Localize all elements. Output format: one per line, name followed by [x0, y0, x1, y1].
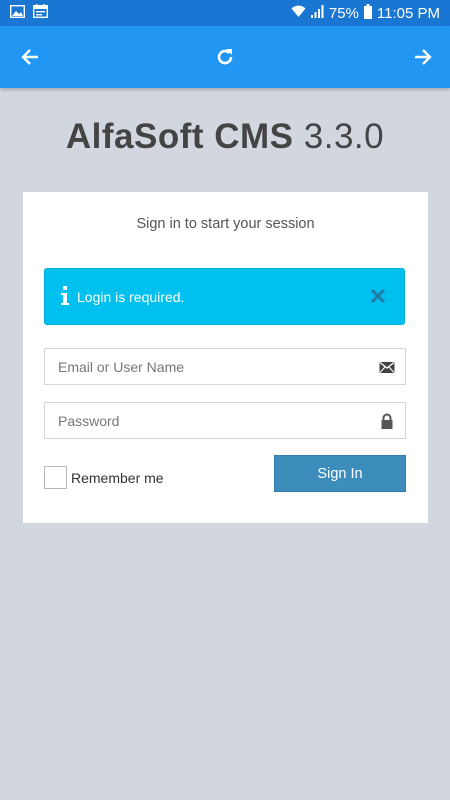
image-icon [9, 4, 26, 22]
battery-icon [363, 3, 372, 23]
remember-me-checkbox[interactable] [44, 466, 67, 489]
alert-text: Login is required. [77, 289, 185, 305]
login-box: Sign in to start your session Login is r… [23, 192, 428, 523]
lock-icon [381, 413, 393, 429]
close-icon[interactable] [370, 288, 386, 304]
status-bar-left [9, 4, 49, 22]
envelope-icon [379, 361, 395, 373]
battery-percent: 75% [328, 4, 359, 22]
logo-name: AlfaSoft CMS [65, 117, 294, 156]
calendar-icon [32, 4, 49, 22]
password-field [44, 402, 406, 439]
logo-version: 3.3.0 [303, 117, 385, 156]
status-bar-right: 75% 11:05 PM [291, 3, 440, 23]
login-box-message: Sign in to start your session [136, 216, 315, 232]
sign-in-button[interactable]: Sign In [274, 455, 406, 492]
app-logo: AlfaSoft CMS 3.3.0 [0, 117, 450, 157]
arrow-right-icon [415, 49, 432, 65]
info-icon [61, 286, 69, 305]
wifi-icon [291, 4, 306, 22]
email-field [44, 348, 406, 385]
back-button[interactable] [14, 41, 46, 73]
password-input[interactable] [58, 403, 358, 438]
remember-me[interactable]: Remember me [44, 466, 164, 489]
refresh-icon [217, 49, 233, 65]
status-bar: 75% 11:05 PM [0, 0, 450, 26]
toolbar [0, 26, 450, 88]
signal-icon [310, 4, 324, 22]
remember-me-label: Remember me [71, 469, 164, 486]
alert-info: Login is required. [44, 268, 405, 325]
email-input[interactable] [58, 349, 358, 384]
arrow-left-icon [21, 49, 38, 65]
forward-button[interactable] [407, 41, 439, 73]
clock: 11:05 PM [376, 4, 440, 22]
reload-button[interactable] [209, 41, 241, 73]
